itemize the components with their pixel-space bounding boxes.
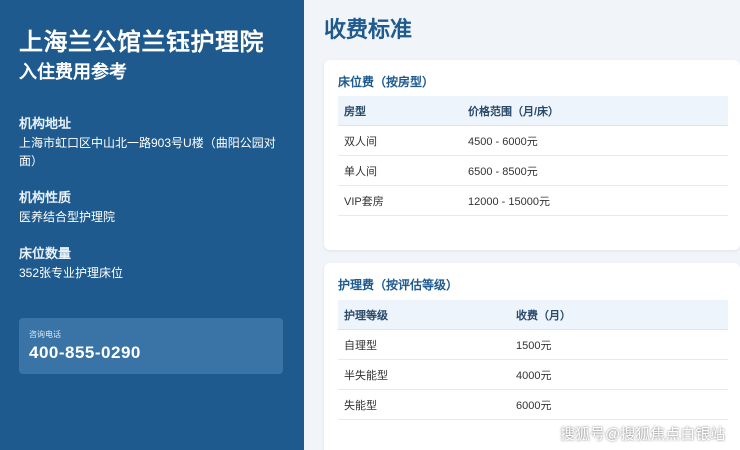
table-row: 单人间 6500 - 8500元 [338,156,728,186]
table-cell: 4000元 [516,369,552,382]
table-cell: 1500元 [516,339,552,352]
address-label: 机构地址 [19,116,72,131]
bed-fee-card: 床位费（按房型） 房型 价格范围（月/床） 双人间 4500 - 6000元 单… [324,60,740,250]
table-row: 双人间 4500 - 6000元 [338,126,728,156]
table-cell: 12000 - 15000元 [468,195,550,208]
header-cell: 价格范围（月/床） [468,105,560,118]
table-header: 房型 价格范围（月/床） [338,96,728,126]
beds-label: 床位数量 [19,246,72,261]
beds-value: 352张专业护理床位 [19,266,124,280]
phone-box[interactable]: 咨询电话 400-855-0290 [19,318,283,374]
page-subtitle: 入住费用参考 [19,62,127,82]
table-cell: VIP套房 [344,195,384,208]
care-fee-card: 护理费（按评估等级） 护理等级 收费（月） 自理型 1500元 半失能型 400… [324,263,740,450]
header-cell: 房型 [344,105,366,118]
page-title: 收费标准 [324,17,413,42]
table-row: 自理型 1500元 [338,330,728,360]
nature-label: 机构性质 [19,190,72,205]
table-cell: 双人间 [344,135,377,148]
bed-fee-title: 床位费（按房型） [338,75,435,89]
table-cell: 6000元 [516,399,552,412]
table-row: 失能型 6000元 [338,390,728,420]
table-cell: 失能型 [344,399,377,412]
watermark: 搜狐号@搜狐焦点白银站 [560,426,726,443]
table-header: 护理等级 收费（月） [338,300,728,330]
sidebar-panel: 上海兰公馆兰钰护理院 入住费用参考 机构地址 上海市虹口区中山北一路903号U楼… [0,0,304,450]
table-cell: 6500 - 8500元 [468,165,538,178]
table-row: VIP套房 12000 - 15000元 [338,186,728,216]
phone-number[interactable]: 400-855-0290 [29,343,141,363]
table-cell: 自理型 [344,339,377,352]
header-cell: 护理等级 [344,309,388,322]
header-cell: 收费（月） [516,309,571,322]
care-fee-table: 护理等级 收费（月） 自理型 1500元 半失能型 4000元 失能型 6000… [338,300,728,420]
table-cell: 半失能型 [344,369,388,382]
nature-value: 医养结合型护理院 [19,210,116,224]
address-value: 上海市虹口区中山北一路903号U楼（曲阳公园对面） [19,136,276,168]
bed-fee-table: 房型 价格范围（月/床） 双人间 4500 - 6000元 单人间 6500 -… [338,96,728,216]
phone-label: 咨询电话 [29,330,61,339]
table-cell: 4500 - 6000元 [468,135,538,148]
table-cell: 单人间 [344,165,377,178]
org-name: 上海兰公馆兰钰护理院 [19,29,264,56]
care-fee-title: 护理费（按评估等级） [338,278,459,292]
table-row: 半失能型 4000元 [338,360,728,390]
